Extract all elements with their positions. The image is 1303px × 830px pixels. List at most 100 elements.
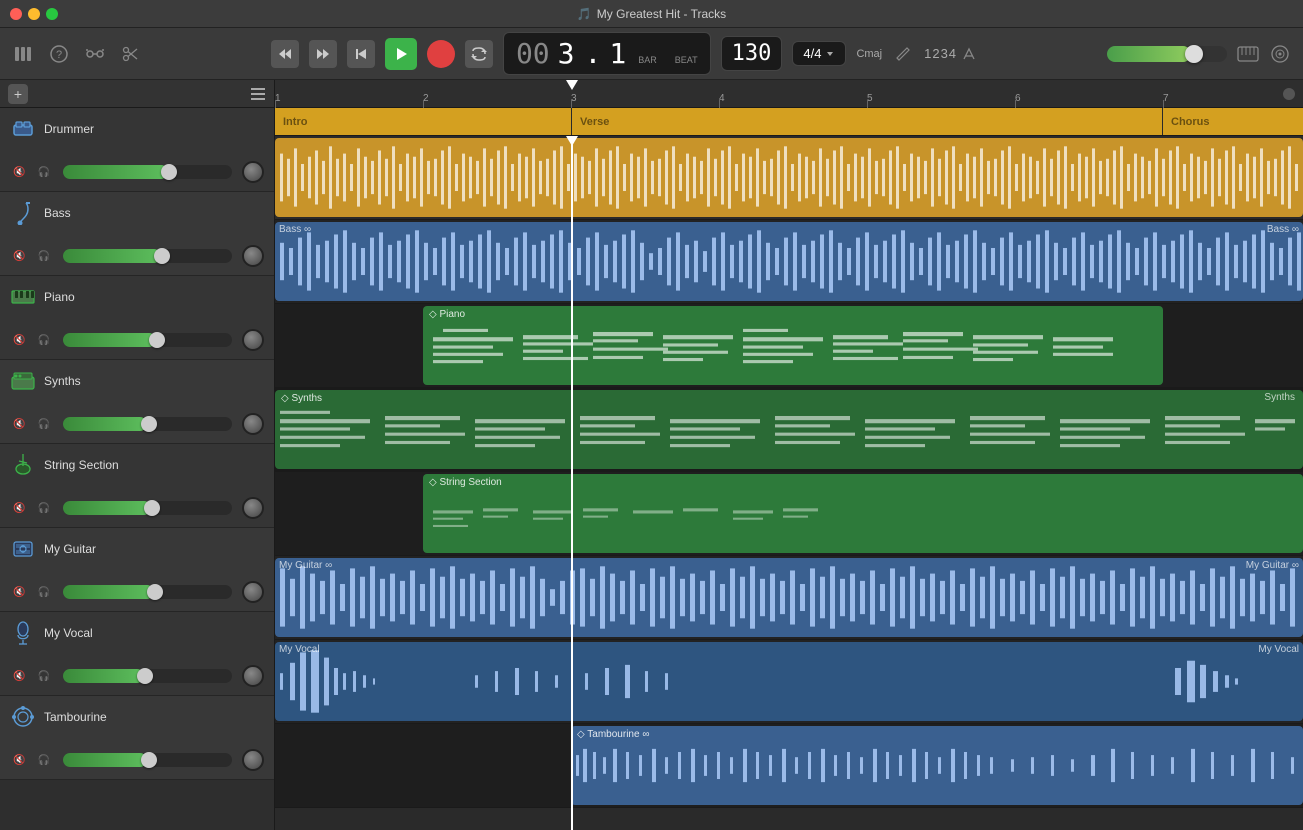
synths-clip-label: ◇ Synths — [281, 393, 322, 404]
lane-drummer[interactable] — [275, 136, 1303, 220]
tambourine-clip-label: ◇ Tambourine ∞ — [577, 729, 649, 740]
maximize-button[interactable] — [46, 8, 58, 20]
piano-icon — [10, 284, 36, 310]
play-button[interactable] — [385, 38, 417, 70]
master-volume-control[interactable] — [1107, 46, 1227, 62]
keyboard-icon[interactable] — [1237, 43, 1259, 65]
time-signature[interactable]: 4/4 — [792, 41, 846, 66]
bass-solo[interactable]: 🎧 — [34, 250, 52, 263]
lane-guitar[interactable]: My Guitar ∞ My Guitar ∞ — [275, 556, 1303, 640]
clip-vocal[interactable] — [275, 642, 1303, 721]
tambourine-pan[interactable] — [242, 749, 264, 771]
strings-fader[interactable] — [63, 501, 232, 515]
strings-pan[interactable] — [242, 497, 264, 519]
svg-text:?: ? — [56, 49, 62, 61]
piano-mute[interactable]: 🔇 — [10, 334, 28, 347]
vocal-fader[interactable] — [63, 669, 232, 683]
drummer-mute[interactable]: 🔇 — [10, 166, 28, 179]
clip-tambourine[interactable]: ◇ Tambourine ∞ — [571, 726, 1303, 805]
tambourine-fader[interactable] — [63, 753, 232, 767]
lane-bass[interactable]: Bass ∞ Bass ∞ — [275, 220, 1303, 304]
scissors-icon[interactable] — [120, 43, 142, 65]
lane-tambourine[interactable]: ◇ Tambourine ∞ — [275, 724, 1303, 808]
record-button[interactable] — [427, 40, 455, 68]
go-to-start-button[interactable] — [347, 40, 375, 68]
guitar-clip-label-1: My Guitar ∞ — [279, 560, 332, 571]
strings-clip-label: ◇ String Section — [429, 477, 502, 488]
strings-solo[interactable]: 🎧 — [34, 502, 52, 515]
fast-forward-button[interactable] — [309, 40, 337, 68]
position-display: 00 3 . 1 BAR BEAT — [503, 32, 711, 75]
position-dot: . — [585, 37, 602, 70]
close-button[interactable] — [10, 8, 22, 20]
synths-solo[interactable]: 🎧 — [34, 418, 52, 431]
guitar-clip-label-2: My Guitar ∞ — [1246, 560, 1299, 571]
clip-strings[interactable]: ◇ String Section — [423, 474, 1303, 553]
clip-piano[interactable]: ◇ Piano — [423, 306, 1163, 385]
help-icon[interactable]: ? — [48, 43, 70, 65]
add-track-button[interactable]: + — [8, 84, 28, 104]
bass-clip-label-1: Bass ∞ — [279, 224, 311, 235]
list-view-icon[interactable] — [250, 86, 266, 102]
drummer-fader[interactable] — [63, 165, 232, 179]
drummer-solo[interactable]: 🎧 — [34, 166, 52, 179]
bar-display-prefix: 00 — [516, 37, 550, 70]
counter-group: 1234 — [924, 45, 978, 63]
synths-clip-label-right: Synths — [1264, 392, 1295, 403]
strings-mute[interactable]: 🔇 — [10, 502, 28, 515]
library-icon[interactable] — [12, 43, 34, 65]
tambourine-solo[interactable]: 🎧 — [34, 754, 52, 767]
lane-synths[interactable]: Synths ◇ Synths — [275, 388, 1303, 472]
arrangement-row: Intro Verse Chorus — [275, 108, 1303, 136]
toolbar-right — [1107, 43, 1291, 65]
guitar-pan[interactable] — [242, 581, 264, 603]
bass-fader[interactable] — [63, 249, 232, 263]
clip-synths[interactable]: ◇ Synths — [275, 390, 1303, 469]
drummer-pan[interactable] — [242, 161, 264, 183]
tambourine-mute[interactable]: 🔇 — [10, 754, 28, 767]
lane-vocal[interactable]: My Vocal My Vocal — [275, 640, 1303, 724]
bass-pan[interactable] — [242, 245, 264, 267]
clip-bass[interactable] — [275, 222, 1303, 301]
master-volume-slider[interactable] — [1107, 46, 1227, 62]
position-bar: 3 — [558, 37, 575, 70]
vocal-pan[interactable] — [242, 665, 264, 687]
clip-drummer-intro[interactable] — [275, 138, 1303, 217]
synths-fader[interactable] — [63, 417, 232, 431]
guitar-solo[interactable]: 🎧 — [34, 586, 52, 599]
section-verse: Verse — [572, 108, 1162, 135]
drummer-icon — [10, 116, 36, 142]
tracks-scroll[interactable]: Bass ∞ Bass ∞ — [275, 136, 1303, 830]
track-header-strings: String Section 🔇 🎧 — [0, 444, 274, 528]
bar-label: BAR — [638, 55, 657, 65]
guitar-mute[interactable]: 🔇 — [10, 586, 28, 599]
window-icon: 🎵 — [577, 7, 592, 21]
waveform-icon[interactable] — [1269, 43, 1291, 65]
rewind-button[interactable] — [271, 40, 299, 68]
synths-pan[interactable] — [242, 413, 264, 435]
vocal-clip-label-2: My Vocal — [1258, 644, 1299, 655]
lane-piano[interactable]: ◇ Piano — [275, 304, 1303, 388]
vocal-mute[interactable]: 🔇 — [10, 670, 28, 683]
vocal-solo[interactable]: 🎧 — [34, 670, 52, 683]
synths-mute[interactable]: 🔇 — [10, 418, 28, 431]
beat-label: BEAT — [675, 55, 698, 65]
piano-pan[interactable] — [242, 329, 264, 351]
key-display[interactable]: Cmaj — [856, 48, 882, 60]
clip-guitar[interactable] — [275, 558, 1303, 637]
smart-controls-icon[interactable] — [84, 43, 106, 65]
bass-mute[interactable]: 🔇 — [10, 250, 28, 263]
cycle-button[interactable] — [465, 40, 493, 68]
guitar-fader[interactable] — [63, 585, 232, 599]
master-volume-knob[interactable] — [1185, 45, 1203, 63]
lane-strings[interactable]: ◇ String Section — [275, 472, 1303, 556]
pencil-icon[interactable] — [892, 43, 914, 65]
piano-solo[interactable]: 🎧 — [34, 334, 52, 347]
piano-fader[interactable] — [63, 333, 232, 347]
minimize-button[interactable] — [28, 8, 40, 20]
track-header-drummer: Drummer 🔇 🎧 — [0, 108, 274, 192]
tempo-display[interactable]: 130 — [721, 36, 783, 71]
ruler: 1 2 3 4 5 6 7 — [275, 80, 1303, 108]
tambourine-track-name: Tambourine — [44, 710, 107, 724]
section-intro: Intro — [275, 108, 571, 135]
